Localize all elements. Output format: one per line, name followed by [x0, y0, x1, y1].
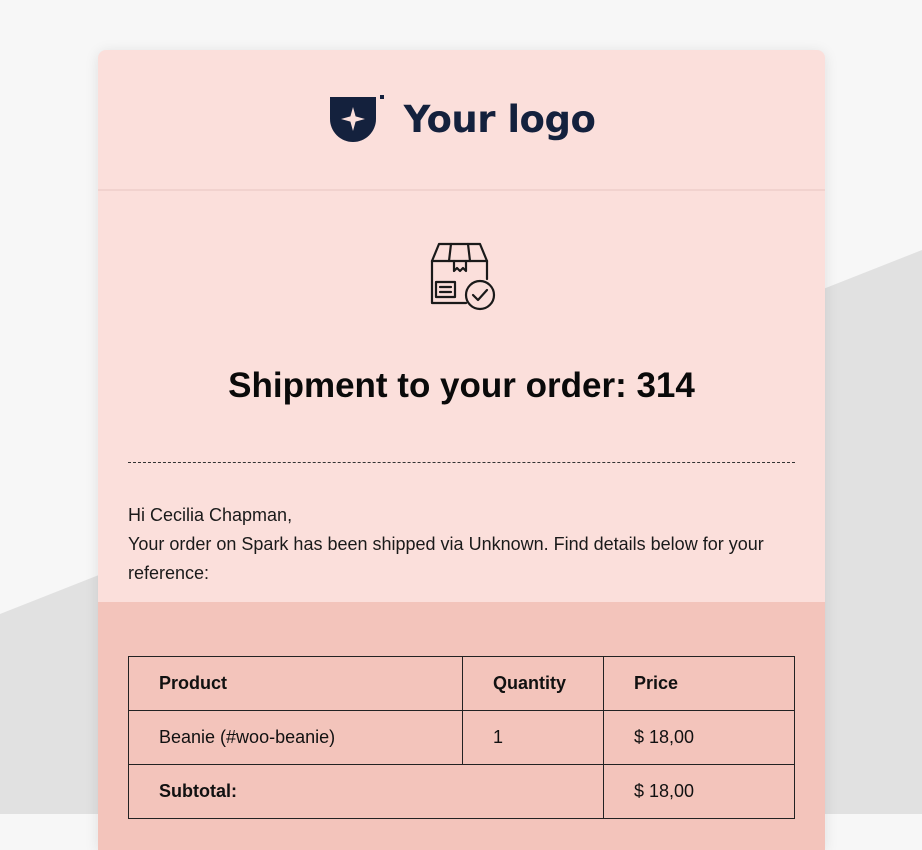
- quantity-cell: 1: [462, 710, 604, 765]
- product-cell: Beanie (#woo-beanie): [128, 710, 463, 765]
- email-card: Your logo Shipment to your order: 314 Hi…: [98, 50, 825, 850]
- table-header-row: Product Quantity Price: [128, 656, 795, 711]
- page-title: Shipment to your order: 314: [228, 366, 695, 405]
- hero-section: Shipment to your order: 314: [98, 241, 825, 406]
- table-row: Beanie (#woo-beanie) 1 $ 18,00: [128, 710, 795, 765]
- column-header-price: Price: [603, 656, 795, 711]
- greeting-message: Your order on Spark has been shipped via…: [128, 534, 764, 583]
- subtotal-row: Subtotal: $ 18,00: [128, 764, 795, 819]
- dashed-divider: [128, 462, 795, 463]
- logo-text: Your logo: [403, 98, 596, 141]
- greeting-text: Hi Cecilia Chapman, Your order on Spark …: [128, 501, 795, 588]
- email-header: Your logo: [98, 50, 825, 191]
- price-cell: $ 18,00: [603, 710, 795, 765]
- package-shipped-icon: [430, 242, 495, 311]
- shield-star-logo-icon: [329, 94, 384, 142]
- subtotal-value: $ 18,00: [603, 764, 795, 819]
- greeting-salutation: Hi Cecilia Chapman,: [128, 505, 293, 525]
- subtotal-label: Subtotal:: [128, 764, 604, 819]
- column-header-quantity: Quantity: [462, 656, 604, 711]
- order-table: Product Quantity Price Beanie (#woo-bean…: [128, 656, 795, 819]
- column-header-product: Product: [128, 656, 463, 711]
- order-details-section: Product Quantity Price Beanie (#woo-bean…: [98, 602, 825, 850]
